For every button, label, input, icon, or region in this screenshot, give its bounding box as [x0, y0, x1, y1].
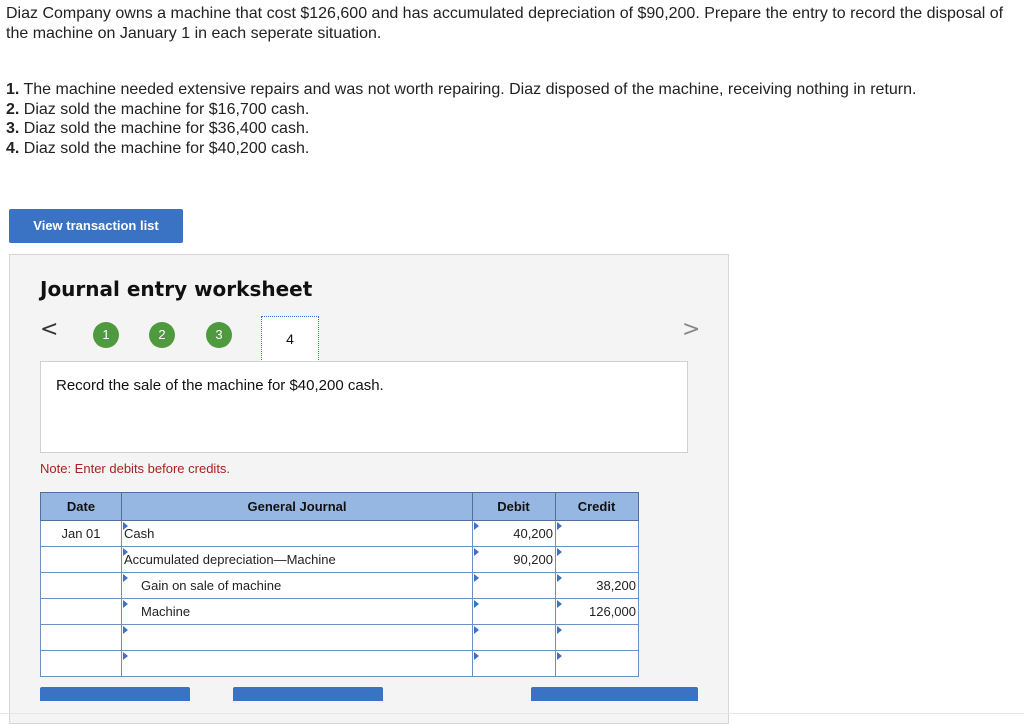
header-debit: Debit: [472, 492, 556, 521]
account-cell[interactable]: Gain on sale of machine: [121, 572, 473, 599]
prompt-text: Record the sale of the machine for $40,2…: [56, 377, 384, 394]
debit-cell[interactable]: 40,200: [472, 520, 556, 547]
table-row: Jan 01 Cash 40,200: [40, 520, 639, 547]
view-general-journal-button[interactable]: [531, 687, 698, 701]
date-cell[interactable]: [40, 546, 122, 573]
requirement-item: 1. The machine needed extensive repairs …: [6, 81, 917, 98]
chevron-right-icon[interactable]: >: [682, 317, 700, 342]
table-row: [40, 650, 639, 677]
account-cell[interactable]: Machine: [121, 598, 473, 625]
journal-entry-worksheet: Journal entry worksheet < 1 2 3 4 > Reco…: [9, 254, 729, 724]
debit-cell[interactable]: [472, 572, 556, 599]
date-cell[interactable]: [40, 572, 122, 599]
credit-cell[interactable]: [555, 520, 639, 547]
chevron-left-icon[interactable]: <: [40, 317, 58, 342]
date-cell[interactable]: Jan 01: [40, 520, 122, 547]
clear-entry-button[interactable]: [233, 687, 383, 701]
prompt-box: Record the sale of the machine for $40,2…: [40, 361, 688, 453]
step-1-badge[interactable]: 1: [93, 322, 119, 348]
account-cell[interactable]: [121, 624, 473, 651]
table-header-row: Date General Journal Debit Credit: [40, 492, 639, 521]
divider: [0, 713, 1024, 714]
date-cell[interactable]: [40, 598, 122, 625]
header-credit: Credit: [555, 492, 639, 521]
debit-cell[interactable]: [472, 598, 556, 625]
view-transaction-list-button[interactable]: View transaction list: [9, 209, 183, 243]
table-row: Gain on sale of machine 38,200: [40, 572, 639, 599]
step-2-badge[interactable]: 2: [149, 322, 175, 348]
worksheet-title: Journal entry worksheet: [40, 277, 313, 301]
table-row: Accumulated depreciation—Machine 90,200: [40, 546, 639, 573]
date-cell[interactable]: [40, 624, 122, 651]
record-entry-button[interactable]: [40, 687, 190, 701]
credit-cell[interactable]: [555, 650, 639, 677]
debit-cell[interactable]: 90,200: [472, 546, 556, 573]
requirement-item: 4. Diaz sold the machine for $40,200 cas…: [6, 139, 310, 157]
account-cell[interactable]: Cash: [121, 520, 473, 547]
account-cell[interactable]: [121, 650, 473, 677]
credit-cell[interactable]: [555, 624, 639, 651]
step-3-badge[interactable]: 3: [206, 322, 232, 348]
date-cell[interactable]: [40, 650, 122, 677]
credit-cell[interactable]: [555, 546, 639, 573]
header-date: Date: [40, 492, 122, 521]
credit-cell[interactable]: 38,200: [555, 572, 639, 599]
requirements-list: 1. The machine needed extensive repairs …: [6, 80, 1016, 158]
step-4-current[interactable]: 4: [261, 316, 319, 362]
requirement-item: 3. Diaz sold the machine for $36,400 cas…: [6, 120, 310, 137]
debit-cell[interactable]: [472, 650, 556, 677]
header-general-journal: General Journal: [121, 492, 473, 521]
note-text: Note: Enter debits before credits.: [40, 461, 231, 476]
account-cell[interactable]: Accumulated depreciation—Machine: [121, 546, 473, 573]
table-row: [40, 624, 639, 651]
table-row: Machine 126,000: [40, 598, 639, 625]
problem-statement: Diaz Company owns a machine that cost $1…: [6, 5, 1004, 42]
requirement-item: 2. Diaz sold the machine for $16,700 cas…: [6, 100, 310, 118]
credit-cell[interactable]: 126,000: [555, 598, 639, 625]
debit-cell[interactable]: [472, 624, 556, 651]
journal-table: Date General Journal Debit Credit Jan 01…: [40, 492, 639, 677]
